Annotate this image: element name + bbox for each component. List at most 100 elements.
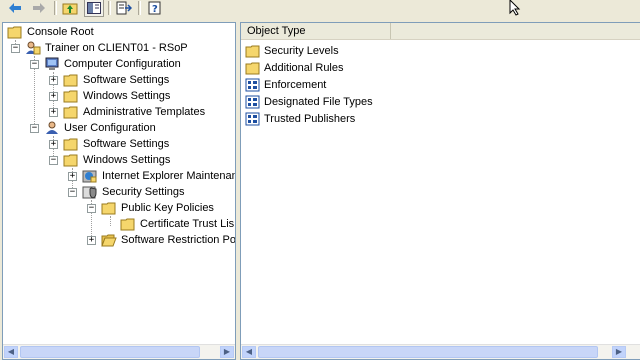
tree-item-label: Windows Settings (83, 90, 171, 102)
scroll-right-button[interactable]: ▶ (612, 346, 626, 358)
tree-item-label: Computer Configuration (64, 58, 181, 70)
back-button[interactable] (6, 0, 24, 16)
help-icon: ? (148, 1, 161, 15)
collapse-toggle[interactable]: − (11, 44, 20, 53)
computer-icon (44, 57, 60, 71)
console-tree-pane[interactable]: Console Root − Trainer on CLIENT01 - RSo… (2, 22, 236, 360)
user-icon (44, 121, 60, 135)
tree-item-label: Software Restriction Po (121, 234, 235, 246)
list-item[interactable]: Designated File Types (245, 94, 373, 110)
scroll-right-button[interactable]: ▶ (220, 346, 234, 358)
list-item[interactable]: Enforcement (245, 77, 326, 93)
mouse-cursor-icon (509, 0, 521, 16)
expand-toggle[interactable]: + (49, 108, 58, 117)
folder-icon (63, 105, 79, 119)
tree-item-label: Console Root (27, 26, 94, 38)
collapse-toggle[interactable]: − (68, 188, 77, 197)
tree-item-internet-explorer-maintenance[interactable]: Internet Explorer Maintenan (82, 168, 235, 184)
list-item[interactable]: Additional Rules (245, 60, 344, 76)
list-item-label: Trusted Publishers (264, 113, 356, 125)
collapse-toggle[interactable]: − (30, 60, 39, 69)
list-item-label: Additional Rules (264, 62, 344, 74)
list-item-label: Designated File Types (264, 96, 373, 108)
tree-item-security-settings[interactable]: Security Settings (82, 184, 186, 200)
open-folder-icon (101, 233, 117, 247)
folder-icon (63, 73, 79, 87)
tree-item-software-restriction-policies[interactable]: Software Restriction Po (101, 232, 235, 248)
console-tree-icon (87, 2, 101, 14)
policy-icon (245, 95, 261, 109)
expand-toggle[interactable]: + (87, 236, 96, 245)
toolbar-separator (138, 1, 141, 15)
console-tree: Console Root − Trainer on CLIENT01 - RSo… (3, 23, 235, 345)
expand-toggle[interactable]: + (49, 92, 58, 101)
svg-text:?: ? (152, 4, 158, 15)
ie-maintenance-icon (82, 169, 98, 183)
collapse-toggle[interactable]: − (87, 204, 96, 213)
tree-item-public-key-policies[interactable]: Public Key Policies (101, 200, 215, 216)
folder-icon (63, 153, 79, 167)
tree-item-rsop[interactable]: Trainer on CLIENT01 - RSoP (25, 40, 189, 56)
tree-item-user-configuration[interactable]: User Configuration (44, 120, 157, 136)
folder-icon (101, 201, 117, 215)
forward-arrow-icon (33, 3, 45, 13)
expand-toggle[interactable]: + (49, 140, 58, 149)
toolbar: ? (0, 0, 640, 18)
list-item-label: Enforcement (264, 79, 327, 91)
tree-item-certificate-trust-list[interactable]: Certificate Trust Lis (120, 216, 235, 232)
scroll-left-button[interactable]: ◀ (4, 346, 18, 358)
details-pane[interactable]: Object Type Security Levels Additional R… (240, 22, 640, 360)
tree-item-label: Software Settings (83, 138, 170, 150)
tree-item-label: Windows Settings (83, 154, 171, 166)
tree-item-label: Public Key Policies (121, 202, 214, 214)
security-settings-icon (82, 185, 98, 199)
tree-horizontal-scrollbar[interactable]: ◀ ▶ (3, 344, 235, 359)
folder-icon (245, 61, 261, 75)
folder-icon (63, 137, 79, 151)
folder-icon (245, 44, 261, 58)
collapse-toggle[interactable]: − (30, 124, 39, 133)
tree-item-software-settings[interactable]: Software Settings (63, 136, 170, 152)
tree-item-label: Certificate Trust Lis (140, 218, 235, 230)
column-header-object-type[interactable]: Object Type (241, 23, 391, 39)
tree-item-software-settings[interactable]: Software Settings (63, 72, 170, 88)
toolbar-separator (54, 1, 57, 15)
tree-item-label: Trainer on CLIENT01 - RSoP (45, 42, 188, 54)
show-hide-tree-button[interactable] (84, 0, 104, 17)
expand-toggle[interactable]: + (49, 76, 58, 85)
export-list-button[interactable] (114, 0, 134, 16)
list-header: Object Type (241, 23, 640, 40)
policy-icon (245, 112, 261, 126)
help-button[interactable]: ? (145, 0, 165, 16)
forward-button[interactable] (30, 0, 48, 16)
back-arrow-icon (9, 3, 21, 13)
tree-item-label: User Configuration (64, 122, 156, 134)
scroll-thumb[interactable] (258, 346, 598, 358)
tree-item-label: Security Settings (102, 186, 185, 198)
tree-item-windows-settings[interactable]: Windows Settings (63, 152, 171, 168)
collapse-toggle[interactable]: − (49, 156, 58, 165)
tree-item-windows-settings[interactable]: Windows Settings (63, 88, 171, 104)
export-list-icon (116, 1, 132, 15)
list-item-label: Security Levels (264, 45, 339, 57)
list-item[interactable]: Security Levels (245, 43, 339, 59)
tree-item-console-root[interactable]: Console Root (7, 24, 95, 40)
tree-item-computer-configuration[interactable]: Computer Configuration (44, 56, 182, 72)
rsop-icon (25, 41, 41, 55)
folder-icon (120, 217, 136, 231)
tree-item-label: Internet Explorer Maintenan (102, 170, 235, 182)
tree-item-label: Administrative Templates (83, 106, 206, 118)
tree-item-administrative-templates[interactable]: Administrative Templates (63, 104, 206, 120)
up-folder-icon (62, 3, 78, 15)
scroll-thumb[interactable] (20, 346, 200, 358)
toolbar-separator (108, 1, 111, 15)
expand-toggle[interactable]: + (68, 172, 77, 181)
details-horizontal-scrollbar[interactable]: ◀ ▶ (241, 344, 640, 359)
tree-item-label: Software Settings (83, 74, 170, 86)
list-item[interactable]: Trusted Publishers (245, 111, 355, 127)
folder-icon (63, 89, 79, 103)
folder-icon (7, 25, 23, 39)
policy-icon (245, 78, 261, 92)
up-one-level-button[interactable] (60, 0, 80, 16)
scroll-left-button[interactable]: ◀ (242, 346, 256, 358)
